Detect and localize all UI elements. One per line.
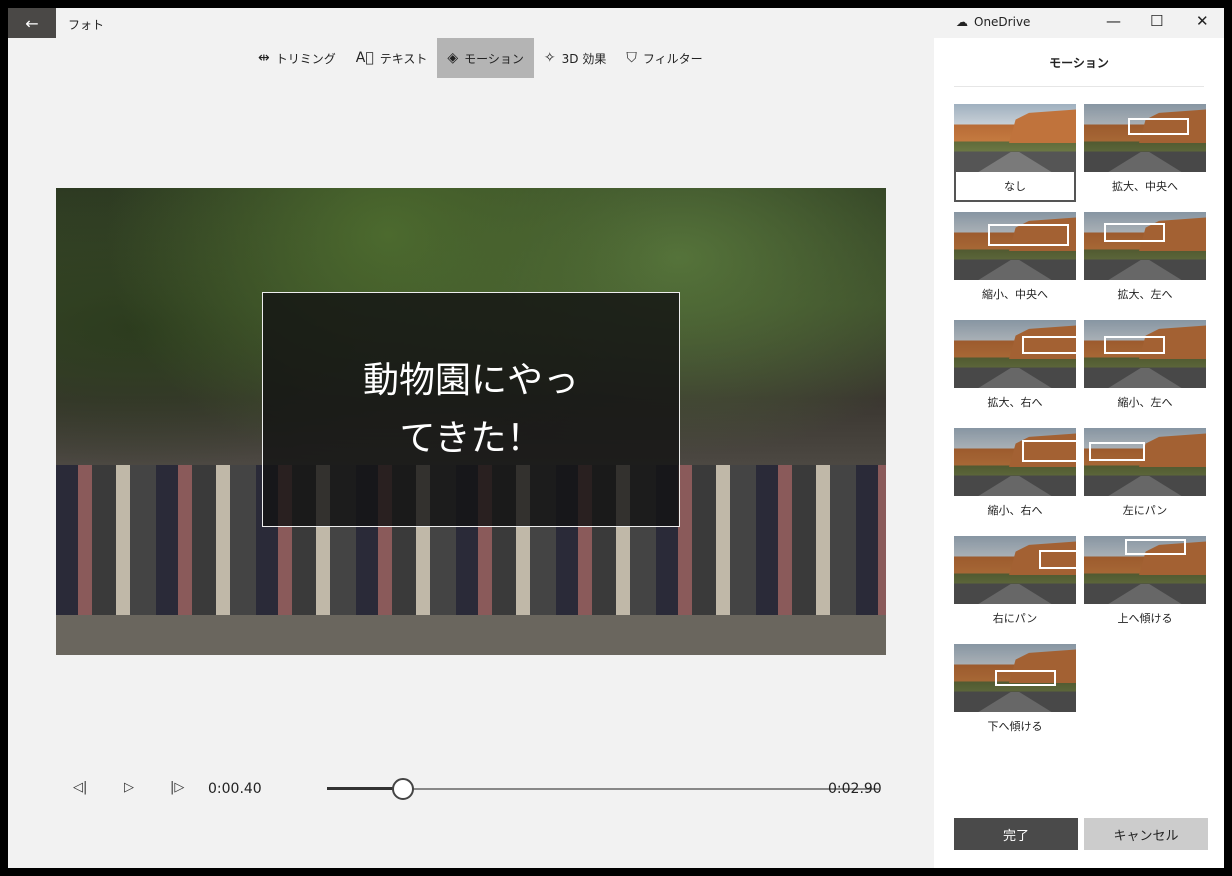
filter-icon: ⛉ [626,50,637,66]
thumb-dim [1084,104,1206,172]
motion-option[interactable]: 拡大、右へ [954,320,1076,418]
tool-motion[interactable]: ◈ モーション [437,38,534,78]
thumb-dim [954,320,1076,388]
motion-frame-box [1022,336,1076,354]
motion-option[interactable]: 下へ傾ける [954,644,1076,742]
motion-thumbnail [954,536,1076,604]
motion-thumbnail [954,104,1076,172]
total-time: 0:02.90 [828,781,882,797]
caption-overlay: 動物園にやっ てきた！ [262,292,680,527]
motion-option[interactable]: 縮小、左へ [1084,320,1206,418]
thumb-dim [1084,428,1206,496]
motion-thumbnail [1084,428,1206,496]
play-icon[interactable]: ▷ [124,780,134,795]
motion-frame-box [1103,336,1165,354]
motion-option-label: 下へ傾ける [987,720,1043,733]
minimize-button[interactable]: — [1106,12,1121,30]
motion-option[interactable]: 右にパン [954,536,1076,634]
motion-option-label: 縮小、右へ [987,504,1043,517]
done-button[interactable]: 完了 [954,818,1078,850]
seek-thumb[interactable] [392,778,415,800]
editor-toolbar: ⇹ トリミング A⃞ テキスト ◈ モーション ✧ 3D 効果 ⛉ フィルター [248,38,713,78]
motion-frame-box [988,224,1069,246]
motion-icon: ◈ [447,50,459,66]
onedrive-button[interactable]: ☁ OneDrive [956,15,1030,29]
motion-option-label: 縮小、中央へ [982,288,1048,301]
motion-thumbnail [1084,320,1206,388]
motion-option-label: 左にパン [1122,504,1168,517]
3d-effects-icon: ✧ [543,50,556,66]
app-title: フォト [68,18,105,32]
seek-slider[interactable] [327,778,879,800]
motion-option[interactable]: 上へ傾ける [1084,536,1206,634]
motion-frame-box [995,669,1057,687]
thumb-dim [1084,320,1206,388]
motion-option-label: 拡大、右へ [987,396,1043,409]
tool-filter[interactable]: ⛉ フィルター [616,38,712,78]
close-button[interactable]: ✕ [1196,12,1209,30]
tool-label: フィルター [642,51,703,66]
next-frame-icon[interactable]: |▷ [170,780,184,795]
video-preview: 動物園にやっ てきた！ [56,188,886,655]
thumb-rock [1008,109,1076,144]
motion-option-label: なし [1004,180,1026,193]
motion-panel: モーション なし 拡大、中央へ縮小、中央へ 拡大、左へ拡大、右へ 縮小、左へ縮小、右へ… [934,38,1224,868]
motion-options: なし 拡大、中央へ縮小、中央へ 拡大、左へ拡大、右へ 縮小、左へ縮小、右へ 左にパン右に… [954,104,1206,742]
motion-thumbnail [954,428,1076,496]
motion-thumbnail [1084,536,1206,604]
current-time: 0:00.40 [208,781,262,797]
cloud-icon: ☁ [956,15,968,29]
panel-title: モーション [1049,56,1109,70]
motion-frame-box [1125,538,1187,556]
text-icon: A⃞ [355,50,374,66]
playback-controls: ◁| ▷ |▷ 0:00.40 0:02.90 [68,778,888,800]
motion-thumbnail [954,212,1076,280]
maximize-button[interactable]: ☐ [1150,12,1163,30]
motion-frame-box [1039,549,1076,569]
motion-option-label: 拡大、中央へ [1112,180,1178,193]
motion-option-label: 右にパン [992,612,1038,625]
tool-text[interactable]: A⃞ テキスト [346,38,438,78]
tool-label: 3D 効果 [561,51,607,66]
trim-icon: ⇹ [258,50,270,66]
thumb-road [978,151,1052,172]
previous-frame-icon[interactable]: ◁| [73,780,87,795]
thumb-dim [954,212,1076,280]
motion-option[interactable]: 縮小、右へ [954,428,1076,526]
motion-option[interactable]: なし [954,104,1076,202]
motion-option[interactable]: 拡大、中央へ [1084,104,1206,202]
tool-3d-effects[interactable]: ✧ 3D 効果 [534,38,616,78]
tool-label: トリミング [275,51,336,66]
motion-thumbnail [1084,104,1206,172]
account-label: OneDrive [974,15,1031,29]
thumb-dim [954,536,1076,604]
motion-option-label: 上へ傾ける [1117,612,1173,625]
video-ground [56,615,886,655]
motion-thumbnail [954,644,1076,712]
motion-option-label: 縮小、左へ [1117,396,1173,409]
divider [954,86,1204,87]
motion-frame-box [1127,117,1189,136]
arrow-left-icon: ← [25,13,39,33]
tool-label: テキスト [379,51,428,66]
motion-thumbnail [954,320,1076,388]
motion-option[interactable]: 左にパン [1084,428,1206,526]
tool-label: モーション [464,51,524,66]
motion-frame-box [1022,440,1076,462]
caption-text: 動物園にやっ てきた！ [362,359,579,459]
motion-frame-box [1103,222,1165,242]
photos-window: ← フォト ⇹ トリミング A⃞ テキスト ◈ モーション ✧ 3D 効果 ⛉ フィルター 動物園… [8,8,1224,868]
title-bar: ☁ OneDrive — ☐ ✕ [934,8,1224,38]
thumb-dim [954,428,1076,496]
motion-frame-box [1088,441,1145,461]
tool-trim[interactable]: ⇹ トリミング [248,38,346,78]
back-button[interactable]: ← [8,8,56,38]
motion-option[interactable]: 拡大、左へ [1084,212,1206,310]
cancel-button[interactable]: キャンセル [1084,818,1208,850]
motion-option[interactable]: 縮小、中央へ [954,212,1076,310]
motion-option-label: 拡大、左へ [1117,288,1173,301]
motion-thumbnail [1084,212,1206,280]
